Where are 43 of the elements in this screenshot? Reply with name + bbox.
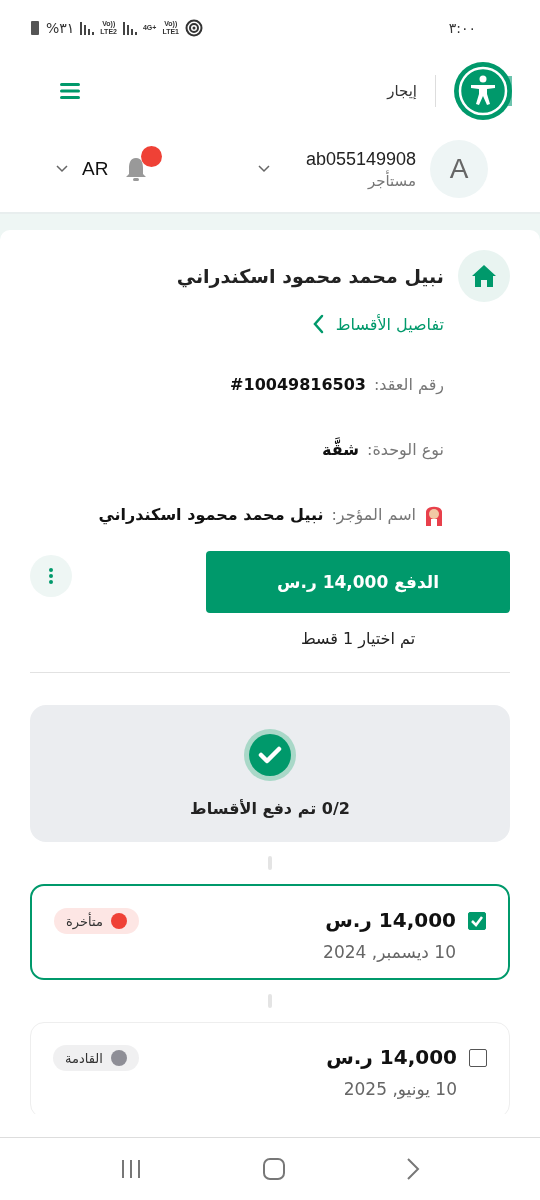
- clock: ٣:٠٠: [448, 20, 476, 36]
- pay-button[interactable]: الدفع 14,000 ر.س: [206, 551, 510, 613]
- property-title: نبيل محمد محمود اسكندراني: [176, 265, 444, 287]
- field-label: رقم العقد:: [373, 375, 444, 394]
- chevron-left-icon[interactable]: [311, 314, 324, 334]
- field-label: اسم المؤجر:: [331, 505, 416, 524]
- brand-name: إيجار: [387, 82, 417, 100]
- more-button[interactable]: [30, 555, 72, 597]
- field-label: نوع الوحدة:: [367, 440, 444, 459]
- status-label: القادمة: [65, 1050, 103, 1066]
- language-selector[interactable]: AR: [82, 158, 109, 180]
- installment-date: 10 يونيو, 2025: [342, 1079, 457, 1099]
- more-icon[interactable]: [49, 567, 53, 585]
- recent-apps-icon[interactable]: [120, 1159, 143, 1179]
- home-button[interactable]: [458, 250, 510, 302]
- status-label: متأخرة: [66, 913, 103, 929]
- field-value: #10049816503: [230, 375, 366, 394]
- installment-amount: 14,000 ر.س: [326, 1045, 457, 1069]
- installment-amount: 14,000 ر.س: [324, 908, 456, 932]
- chevron-down-icon[interactable]: [257, 165, 270, 173]
- back-icon[interactable]: [405, 1158, 420, 1180]
- bell-icon[interactable]: [124, 156, 149, 182]
- checkbox[interactable]: [468, 912, 486, 930]
- battery-percent: %٣١: [46, 20, 75, 36]
- checkbox[interactable]: [469, 1049, 487, 1067]
- chevron-down-icon[interactable]: [56, 165, 68, 173]
- username: ab055149908: [305, 148, 416, 170]
- home-icon[interactable]: [471, 264, 497, 288]
- user-role: مستأجر: [366, 171, 416, 190]
- signal-icon: [80, 21, 95, 35]
- menu-icon[interactable]: [60, 83, 80, 99]
- paid-summary: 0/2 تم دفع الأقساط: [190, 799, 350, 818]
- field-value: نبيل محمد محمود اسكندراني: [98, 505, 324, 524]
- home-nav-icon[interactable]: [263, 1158, 285, 1180]
- avatar[interactable]: A: [430, 140, 488, 198]
- installment-card[interactable]: 14,000 ر.س 10 ديسمبر, 2024 متأخرة: [30, 884, 510, 980]
- selection-note: تم اختيار 1 قسط: [300, 629, 416, 648]
- hotspot-icon: [185, 19, 203, 37]
- installment-details-link[interactable]: تفاصيل الأقساط: [311, 314, 444, 334]
- battery-icon: [30, 20, 40, 36]
- check-circle-icon: [244, 729, 296, 781]
- installment-date: 10 ديسمبر, 2024: [323, 942, 456, 962]
- signal-icon: [122, 21, 137, 35]
